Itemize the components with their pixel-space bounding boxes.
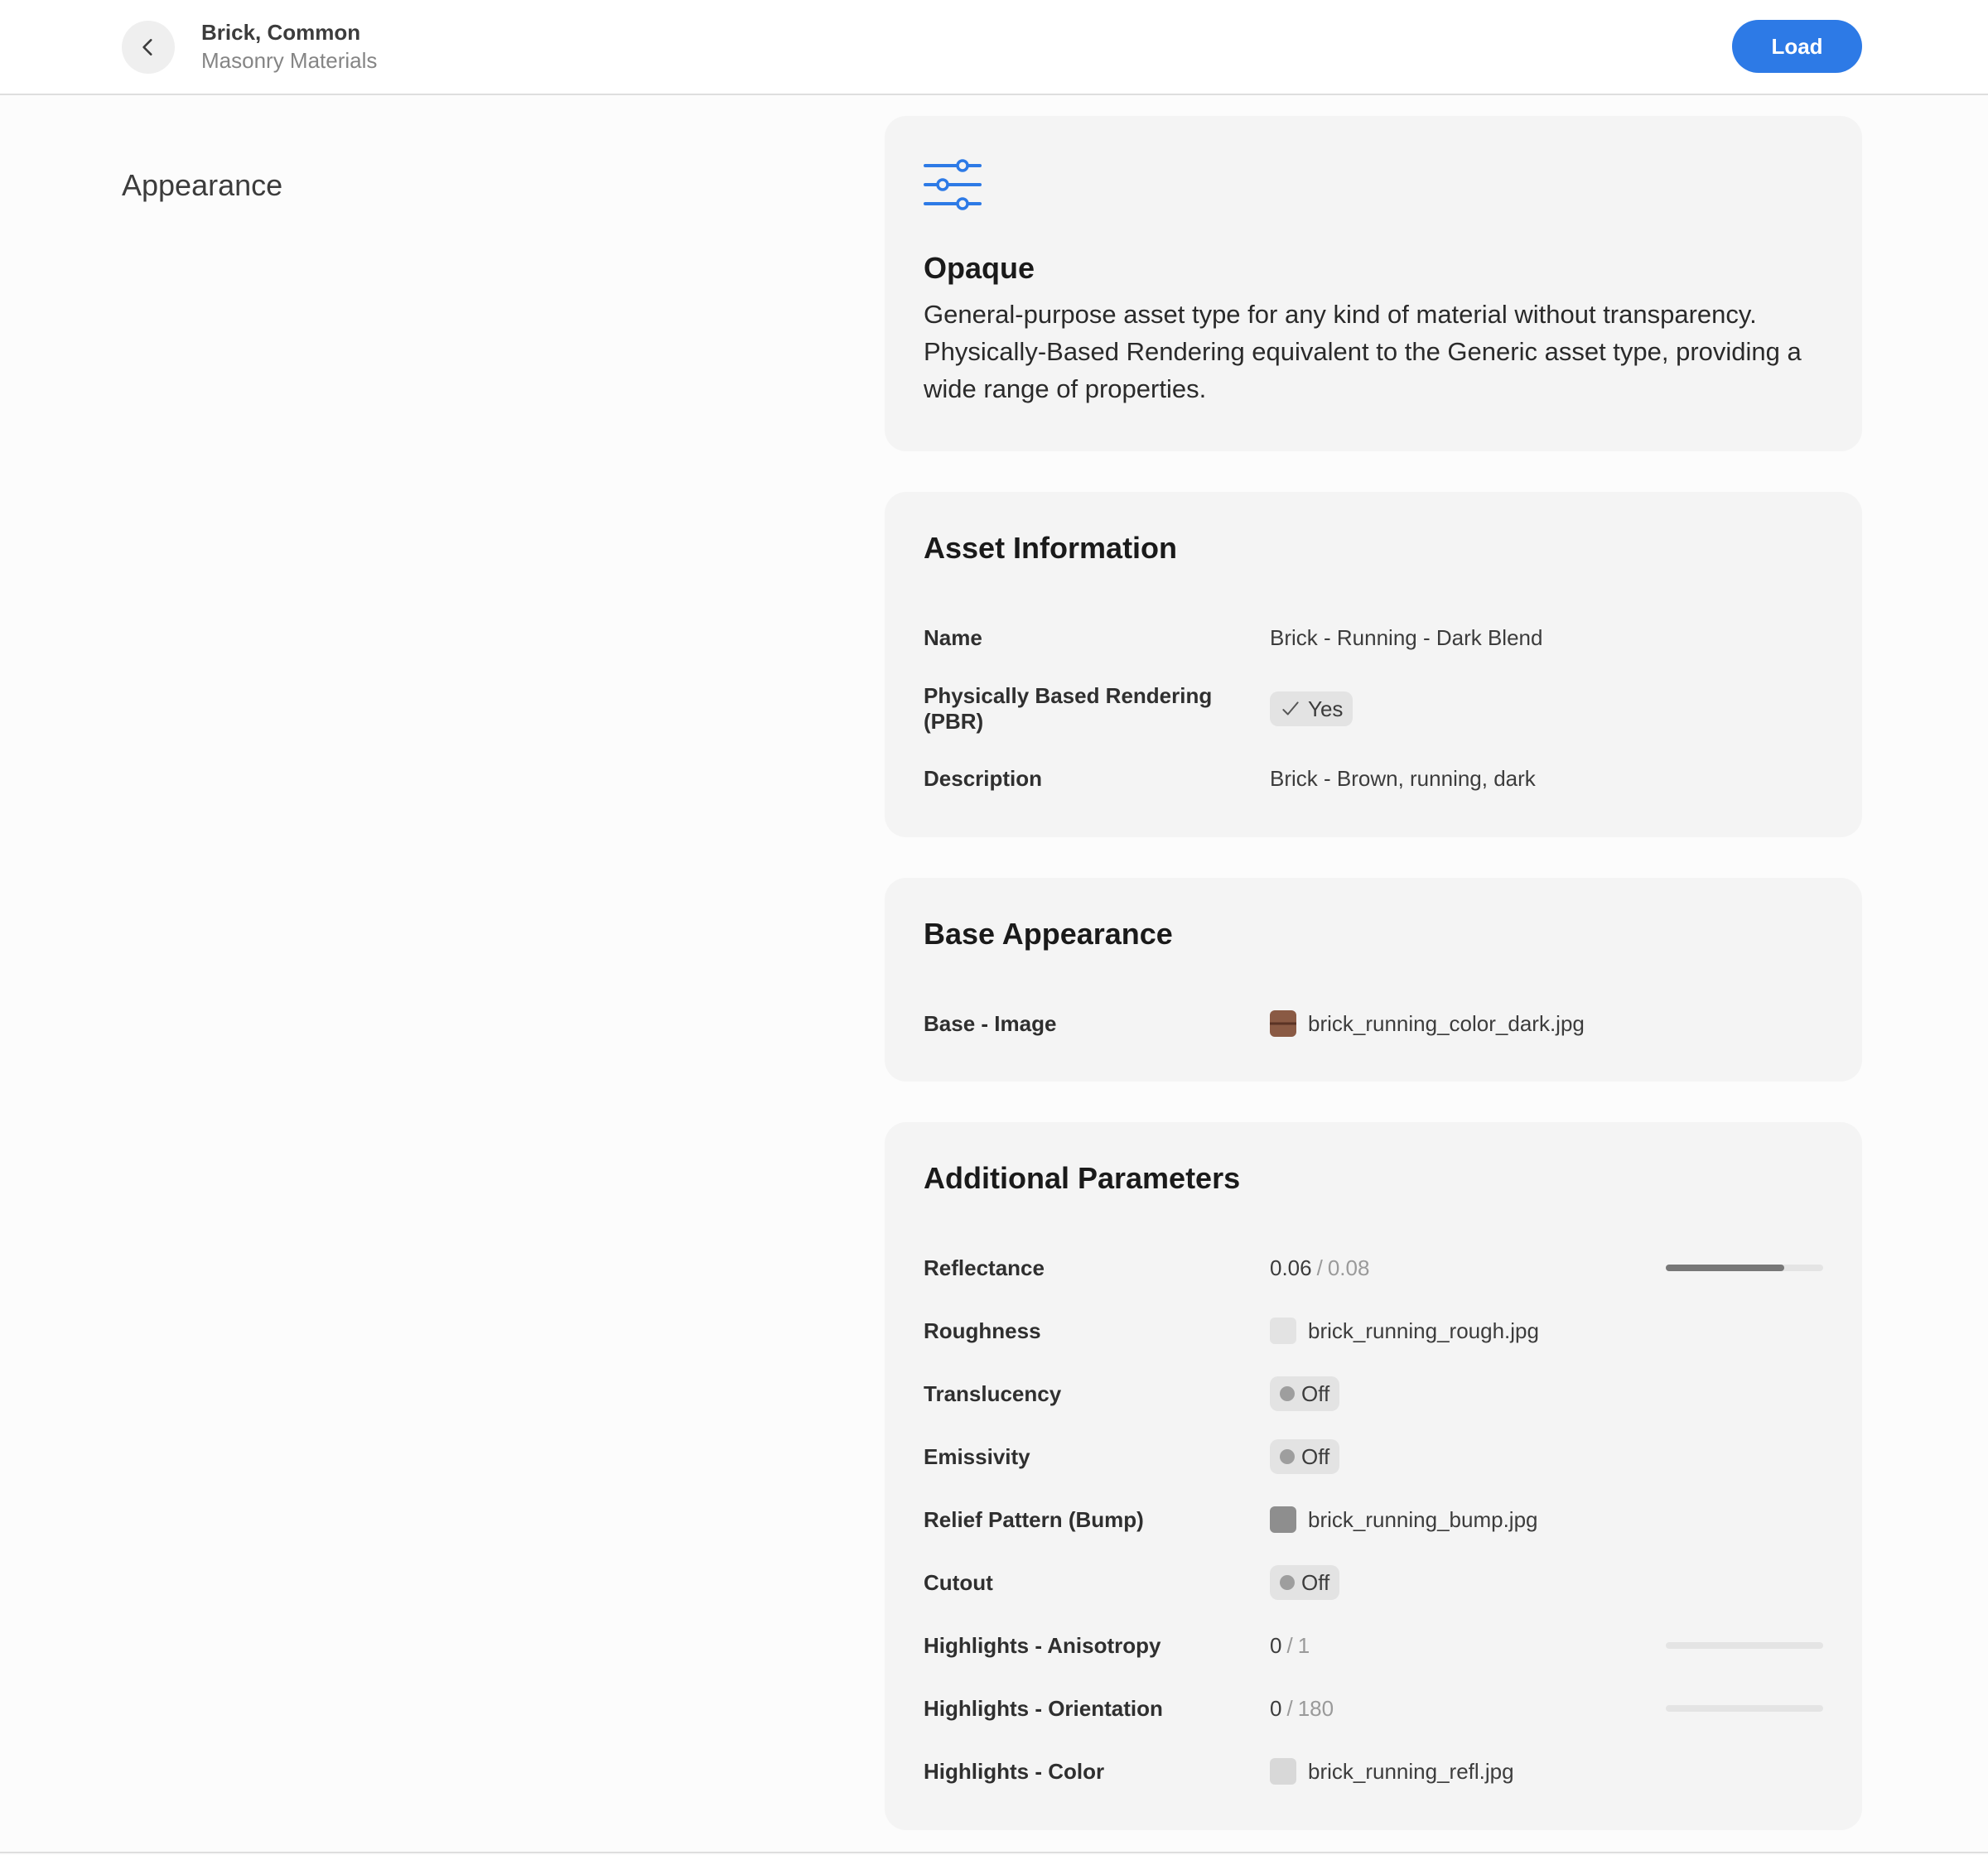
image-thumbnail: [1270, 1758, 1296, 1785]
param-anisotropy: Highlights - Anisotropy 0 / 1: [924, 1621, 1823, 1670]
row-value[interactable]: brick_running_color_dark.jpg: [1270, 999, 1585, 1048]
asset-type-title: Opaque: [924, 251, 1035, 285]
param-reflectance: Reflectance 0.06 / 0.08: [924, 1243, 1823, 1293]
load-button[interactable]: Load: [1732, 20, 1862, 73]
value-max: 180: [1297, 1695, 1334, 1721]
value-separator: /: [1286, 1632, 1293, 1658]
row-label: Description: [924, 765, 1043, 791]
row-value[interactable]: brick_running_refl.jpg: [1270, 1747, 1514, 1796]
status-text: Off: [1301, 1443, 1330, 1469]
image-filename: brick_running_bump.jpg: [1308, 1506, 1538, 1532]
status-badge: Off: [1270, 1439, 1340, 1474]
row-value: Off: [1270, 1558, 1340, 1607]
checkmark-icon: [1282, 701, 1299, 716]
status-badge: Off: [1270, 1565, 1340, 1600]
row-label: Roughness: [924, 1318, 1041, 1343]
row-label: Highlights - Orientation: [924, 1695, 1163, 1721]
row-label: Emissivity: [924, 1443, 1030, 1469]
title-block: Brick, Common Masonry Materials: [201, 18, 377, 75]
status-badge: Off: [1270, 1376, 1340, 1411]
row-value: Off: [1270, 1369, 1340, 1419]
value-separator: /: [1286, 1695, 1293, 1721]
section-heading: Appearance: [122, 168, 283, 202]
slider-fill: [1666, 1265, 1784, 1271]
status-text: Off: [1301, 1380, 1330, 1406]
asset-type-description: General-purpose asset type for any kind …: [924, 300, 1802, 403]
value-current: 0.06: [1270, 1255, 1312, 1280]
orientation-slider[interactable]: [1666, 1705, 1823, 1712]
back-button[interactable]: [122, 21, 175, 74]
image-thumbnail: [1270, 1318, 1296, 1344]
card-title: Asset Information: [924, 531, 1178, 565]
asset-type-card: Opaque General-purpose asset type for an…: [885, 116, 1862, 451]
material-title: Brick, Common: [201, 20, 361, 45]
param-translucency: Translucency Off: [924, 1369, 1823, 1419]
status-dot: [1280, 1449, 1295, 1464]
base-image-row: Base - Image brick_running_color_dark.jp…: [924, 999, 1823, 1048]
card-title: Additional Parameters: [924, 1161, 1241, 1195]
row-label: Translucency: [924, 1380, 1062, 1406]
card-title: Base Appearance: [924, 917, 1173, 951]
value-current: 0: [1270, 1632, 1282, 1658]
row-label: Relief Pattern (Bump): [924, 1506, 1144, 1532]
param-emissivity: Emissivity Off: [924, 1432, 1823, 1482]
row-label: Reflectance: [924, 1255, 1045, 1280]
asset-information-card: Asset Information Name Brick - Running -…: [885, 492, 1862, 837]
info-row-description: Description Brick - Brown, running, dark: [924, 754, 1823, 803]
row-label: Name: [924, 624, 982, 650]
pbr-value: Yes: [1308, 696, 1344, 721]
chevron-left-icon: [142, 39, 152, 55]
row-value: 0 / 1: [1270, 1621, 1310, 1670]
bottom-divider: [0, 1852, 1988, 1853]
image-filename: brick_running_refl.jpg: [1308, 1758, 1514, 1784]
row-label: Base - Image: [924, 1010, 1057, 1036]
row-label: Highlights - Anisotropy: [924, 1632, 1161, 1658]
row-value: Yes: [1270, 684, 1353, 734]
param-highlights-color: Highlights - Color brick_running_refl.jp…: [924, 1747, 1823, 1796]
sliders-icon: [924, 159, 982, 210]
row-value: Brick - Running - Dark Blend: [1270, 624, 1543, 650]
value-max: 0.08: [1327, 1255, 1370, 1280]
image-filename: brick_running_rough.jpg: [1308, 1318, 1539, 1343]
material-category: Masonry Materials: [201, 48, 378, 73]
image-thumbnail: [1270, 1010, 1296, 1037]
row-value: 0.06 / 0.08: [1270, 1243, 1369, 1293]
reflectance-slider[interactable]: [1666, 1265, 1823, 1271]
additional-parameters-card: Additional Parameters Reflectance 0.06 /…: [885, 1122, 1862, 1830]
row-value[interactable]: brick_running_bump.jpg: [1270, 1495, 1538, 1544]
param-orientation: Highlights - Orientation 0 / 180: [924, 1684, 1823, 1733]
param-roughness: Roughness brick_running_rough.jpg: [924, 1306, 1823, 1356]
info-row-name: Name Brick - Running - Dark Blend: [924, 613, 1823, 662]
row-label: Highlights - Color: [924, 1758, 1105, 1784]
row-value: Off: [1270, 1432, 1340, 1482]
value-max: 1: [1297, 1632, 1310, 1658]
image-thumbnail: [1270, 1506, 1296, 1533]
row-value: Brick - Brown, running, dark: [1270, 765, 1536, 791]
param-cutout: Cutout Off: [924, 1558, 1823, 1607]
status-dot: [1280, 1575, 1295, 1590]
status-text: Off: [1301, 1569, 1330, 1595]
row-value: 0 / 180: [1270, 1684, 1334, 1733]
row-label: Physically Based Rendering (PBR): [924, 683, 1213, 734]
top-bar: Brick, Common Masonry Materials Load: [0, 0, 1988, 95]
anisotropy-slider[interactable]: [1666, 1642, 1823, 1649]
base-appearance-card: Base Appearance Base - Image brick_runni…: [885, 878, 1862, 1082]
value-separator: /: [1316, 1255, 1323, 1280]
image-filename: brick_running_color_dark.jpg: [1308, 1010, 1585, 1036]
value-current: 0: [1270, 1695, 1282, 1721]
status-dot: [1280, 1386, 1295, 1401]
pbr-badge: Yes: [1270, 691, 1353, 726]
row-label: Cutout: [924, 1569, 993, 1595]
row-value[interactable]: brick_running_rough.jpg: [1270, 1306, 1539, 1356]
info-row-pbr: Physically Based Rendering (PBR) Yes: [924, 683, 1823, 734]
param-relief-pattern: Relief Pattern (Bump) brick_running_bump…: [924, 1495, 1823, 1544]
